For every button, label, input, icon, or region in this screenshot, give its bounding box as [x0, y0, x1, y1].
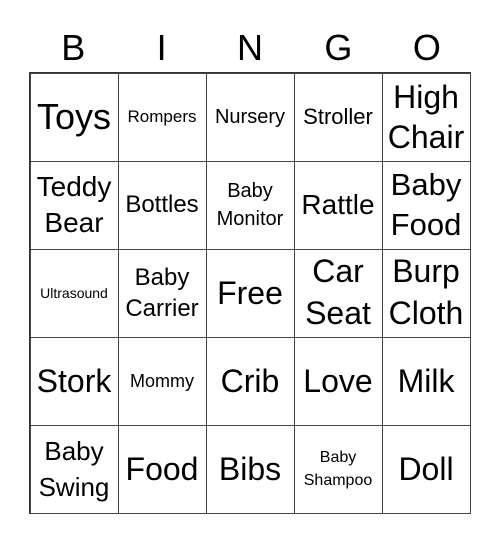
bingo-cell[interactable]: Burp Cloth	[381, 248, 471, 338]
bingo-cell free-space[interactable]: Free	[205, 248, 295, 338]
bingo-cell[interactable]: Rompers	[117, 72, 207, 162]
bingo-cell[interactable]: Milk	[381, 336, 471, 426]
bingo-cell[interactable]: Stork	[29, 336, 119, 426]
bingo-cell[interactable]: Baby Monitor	[205, 160, 295, 250]
bingo-cell[interactable]: Teddy Bear	[29, 160, 119, 250]
bingo-cell[interactable]: Baby Shampoo	[293, 424, 383, 514]
bingo-cell[interactable]: Doll	[381, 424, 471, 514]
bingo-cell[interactable]: Bottles	[117, 160, 207, 250]
header-letter-o: O	[412, 27, 441, 68]
header-letter-g: G	[324, 27, 353, 68]
bingo-grid: Toys Rompers Nursery Stroller High Chair…	[29, 72, 471, 514]
bingo-cell[interactable]: Mommy	[117, 336, 207, 426]
bingo-cell[interactable]: Bibs	[205, 424, 295, 514]
bingo-cell[interactable]: Baby Swing	[29, 424, 119, 514]
header-letter-i: I	[156, 27, 167, 68]
header-letter-n: N	[237, 27, 264, 68]
bingo-cell[interactable]: High Chair	[381, 72, 471, 162]
bingo-cell[interactable]: Nursery	[205, 72, 295, 162]
bingo-cell[interactable]: Crib	[205, 336, 295, 426]
bingo-cell[interactable]: Love	[293, 336, 383, 426]
bingo-header: B I N G O	[29, 26, 471, 70]
bingo-cell[interactable]: Stroller	[293, 72, 383, 162]
bingo-cell[interactable]: Rattle	[293, 160, 383, 250]
bingo-cell[interactable]: Food	[117, 424, 207, 514]
bingo-cell[interactable]: Toys	[29, 72, 119, 162]
bingo-cell[interactable]: Baby Food	[381, 160, 471, 250]
bingo-cell[interactable]: Car Seat	[293, 248, 383, 338]
bingo-cell[interactable]: Baby Carrier	[117, 248, 207, 338]
header-letter-b: B	[61, 27, 86, 68]
bingo-cell[interactable]: Ultrasound	[29, 248, 119, 338]
